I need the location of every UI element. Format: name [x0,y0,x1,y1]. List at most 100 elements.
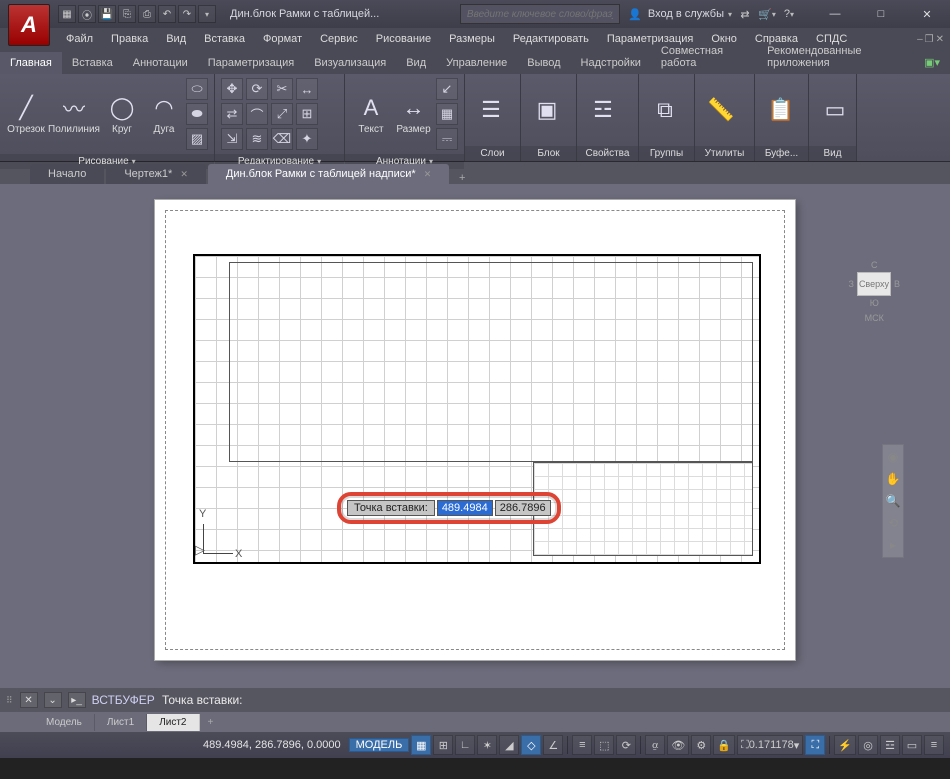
ribbon-tab-manage[interactable]: Управление [436,52,517,74]
status-snap-icon[interactable]: ⊞ [433,735,453,755]
menu-file[interactable]: Файл [58,30,101,48]
array-icon[interactable]: ⊞ [296,103,318,125]
qat-plot-icon[interactable]: ⎙ [138,5,156,23]
view-cube-face[interactable]: Сверху [857,272,891,296]
status-osnap-icon[interactable]: ◇ [521,735,541,755]
status-isodraft-icon[interactable]: ◢ [499,735,519,755]
qat-more-icon[interactable] [198,5,216,23]
app-store-icon[interactable]: 🛒 [758,5,776,23]
utilities-button[interactable]: 📏 [701,94,741,126]
menu-insert[interactable]: Вставка [196,30,253,48]
stretch-icon[interactable]: ⇲ [221,128,243,150]
doc-minimize-icon[interactable]: – [917,34,923,45]
status-cleanscreen-icon[interactable]: ▭ [902,735,922,755]
menu-dimension[interactable]: Размеры [441,30,503,48]
command-line[interactable]: ⠿ ✕ ⌄ ▸_ ВСТБУФЕР Точка вставки: [0,688,950,712]
window-maximize-button[interactable]: □ [858,0,904,28]
dimension-button[interactable]: ↔Размер [393,92,434,137]
ribbon-tab-addins[interactable]: Надстройки [571,52,651,74]
app-menu-button[interactable]: A [8,4,50,46]
draw-tiny-3[interactable]: ▨ [186,128,208,150]
qat-open-icon[interactable]: ⦿ [78,5,96,23]
menu-edit[interactable]: Правка [103,30,156,48]
ribbon-tab-parametric[interactable]: Параметризация [198,52,304,74]
drawing-viewport[interactable]: X Y ▷ Точка вставки: 489.4984 286.7896 С… [0,184,950,688]
close-icon[interactable]: ✕ [424,169,432,180]
menu-tools[interactable]: Сервис [312,30,366,48]
ribbon-tab-output[interactable]: Вывод [517,52,570,74]
status-coordinates[interactable]: 489.4984, 286.7896, 0.0000 [203,739,341,751]
mleader-icon[interactable]: ⎓ [436,128,458,150]
line-button[interactable]: ╱Отрезок [6,92,46,137]
status-otrack-icon[interactable]: ∠ [543,735,563,755]
window-close-button[interactable]: ✕ [904,0,950,28]
extend-icon[interactable]: ↔ [296,78,318,100]
ribbon-tab-collab[interactable]: Совместная работа [651,40,757,74]
fillet-icon[interactable]: ⌒ [246,103,268,125]
status-annovisibility-icon[interactable]: 👁 [667,735,689,755]
doc-tab-drawing1[interactable]: Чертеж1*✕ [106,164,206,184]
move-icon[interactable]: ✥ [221,78,243,100]
status-polar-icon[interactable]: ✶ [477,735,497,755]
search-input[interactable] [460,4,620,24]
zoom-icon[interactable]: 🔍 [885,493,901,509]
status-lock-icon[interactable]: 🔒 [713,735,735,755]
doc-tab-start[interactable]: Начало [30,164,104,184]
doc-restore-icon[interactable]: ❐ [925,34,934,45]
draw-tiny-1[interactable]: ⬭ [186,78,208,100]
user-icon[interactable]: 👤 [626,5,644,23]
explode-icon[interactable]: ✦ [296,128,318,150]
ribbon-tab-annotate[interactable]: Аннотации [123,52,198,74]
text-button[interactable]: AТекст [351,92,391,137]
menu-modify[interactable]: Редактировать [505,30,597,48]
layout-tab-sheet1[interactable]: Лист1 [95,714,147,731]
groups-button[interactable]: ⧉ [645,94,685,126]
nav-wheel-icon[interactable]: ◉ [885,449,901,465]
new-tab-button[interactable]: + [451,172,473,184]
exchange-icon[interactable]: ⇄ [736,5,754,23]
rotate-icon[interactable]: ⟳ [246,78,268,100]
status-ortho-icon[interactable]: ∟ [455,735,475,755]
ribbon-tab-home[interactable]: Главная [0,52,62,74]
offset-icon[interactable]: ≋ [246,128,268,150]
qat-undo-icon[interactable]: ↶ [158,5,176,23]
help-icon[interactable]: ? [780,5,798,23]
view-cube[interactable]: С З Сверху В Ю МСК [849,260,900,323]
block-button[interactable]: ▣ [527,94,567,126]
orbit-icon[interactable]: ⟲ [885,515,901,531]
leader-icon[interactable]: ↙ [436,78,458,100]
status-model-button[interactable]: МОДЕЛЬ [349,738,410,752]
cmdline-grip-icon[interactable]: ⠿ [6,695,14,706]
scale-icon[interactable]: ⤢ [271,103,293,125]
dyn-input-x[interactable]: 489.4984 [437,500,493,516]
status-annoscale-icon[interactable]: ⍶ [645,735,665,755]
layout-tab-sheet2[interactable]: Лист2 [147,714,199,731]
status-quickprops-icon[interactable]: ☲ [880,735,900,755]
ribbon-tab-featured[interactable]: Рекомендованные приложения [757,40,914,74]
doc-tab-dynblock[interactable]: Дин.блок Рамки с таблицей надписи*✕ [208,164,449,184]
window-minimize-button[interactable]: — [812,0,858,28]
draw-tiny-2[interactable]: ⬬ [186,103,208,125]
qat-saveas-icon[interactable]: ⎘ [118,5,136,23]
ribbon-tab-visualize[interactable]: Визуализация [304,52,396,74]
cmdline-recent-icon[interactable]: ⌄ [44,692,62,708]
add-layout-button[interactable]: + [200,714,222,731]
ribbon-tab-view[interactable]: Вид [396,52,436,74]
pan-icon[interactable]: ✋ [885,471,901,487]
qat-new-icon[interactable]: ▦ [58,5,76,23]
trim-icon[interactable]: ✂ [271,78,293,100]
layout-tab-model[interactable]: Модель [34,714,95,731]
signin-dropdown-icon[interactable] [728,8,732,20]
qat-redo-icon[interactable]: ↷ [178,5,196,23]
ucs-label[interactable]: МСК [865,313,884,323]
mirror-icon[interactable]: ⇄ [221,103,243,125]
arc-button[interactable]: ◠Дуга [144,92,184,137]
status-grid-icon[interactable]: ▦ [411,735,431,755]
status-transparency-icon[interactable]: ⬚ [594,735,614,755]
menu-format[interactable]: Формат [255,30,310,48]
circle-button[interactable]: ◯Круг [102,92,142,137]
polyline-button[interactable]: 〰Полилиния [48,92,100,137]
properties-button[interactable]: ☲ [583,94,623,126]
erase-icon[interactable]: ⌫ [271,128,293,150]
status-annoauto-icon[interactable]: ⚙ [691,735,711,755]
